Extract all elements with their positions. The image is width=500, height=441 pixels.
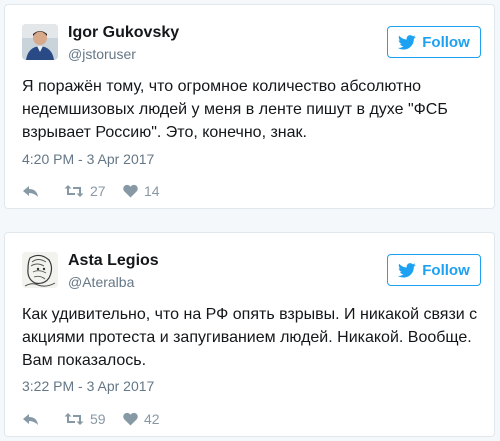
twitter-bird-icon: [398, 34, 416, 50]
tweet-card[interactable]: Igor Gukovsky @jstoruser Follow Я поражё…: [4, 4, 495, 209]
display-name[interactable]: Igor Gukovsky: [68, 24, 179, 42]
follow-button[interactable]: Follow: [387, 26, 481, 58]
tweet-timestamp[interactable]: 4:20 PM - 3 Apr 2017: [22, 151, 154, 167]
like-count: 14: [144, 183, 160, 199]
reply-icon: [22, 412, 39, 426]
tweet-text: Я поражён тому, что огромное количество …: [22, 78, 448, 141]
reply-button[interactable]: [22, 181, 39, 201]
tweet-actions: 59 42: [22, 409, 322, 429]
like-button[interactable]: 42: [123, 409, 160, 429]
follow-label: Follow: [422, 33, 470, 51]
retweet-icon: [64, 184, 84, 198]
tweet-card[interactable]: Asta Legios @Ateralba Follow Как удивите…: [4, 232, 495, 437]
retweet-icon: [64, 412, 84, 426]
tweet-actions: 27 14: [22, 181, 322, 201]
avatar[interactable]: [22, 252, 58, 288]
avatar[interactable]: [22, 24, 58, 60]
retweet-count: 27: [90, 183, 106, 199]
twitter-bird-icon: [398, 262, 416, 278]
display-name[interactable]: Asta Legios: [68, 252, 159, 270]
like-count: 42: [144, 411, 160, 427]
retweet-button[interactable]: 59: [64, 409, 106, 429]
reply-button[interactable]: [22, 409, 39, 429]
follow-button[interactable]: Follow: [387, 254, 481, 286]
follow-label: Follow: [422, 261, 470, 279]
tweet-text: Как удивительно, что на РФ опять взрывы.…: [22, 306, 478, 369]
tweet-timestamp[interactable]: 3:22 PM - 3 Apr 2017: [22, 378, 154, 394]
user-handle[interactable]: @jstoruser: [68, 46, 136, 62]
reply-icon: [22, 184, 39, 198]
retweet-count: 59: [90, 411, 106, 427]
heart-icon: [123, 412, 138, 426]
like-button[interactable]: 14: [123, 181, 160, 201]
heart-icon: [123, 184, 138, 198]
retweet-button[interactable]: 27: [64, 181, 106, 201]
user-handle[interactable]: @Ateralba: [68, 274, 134, 290]
